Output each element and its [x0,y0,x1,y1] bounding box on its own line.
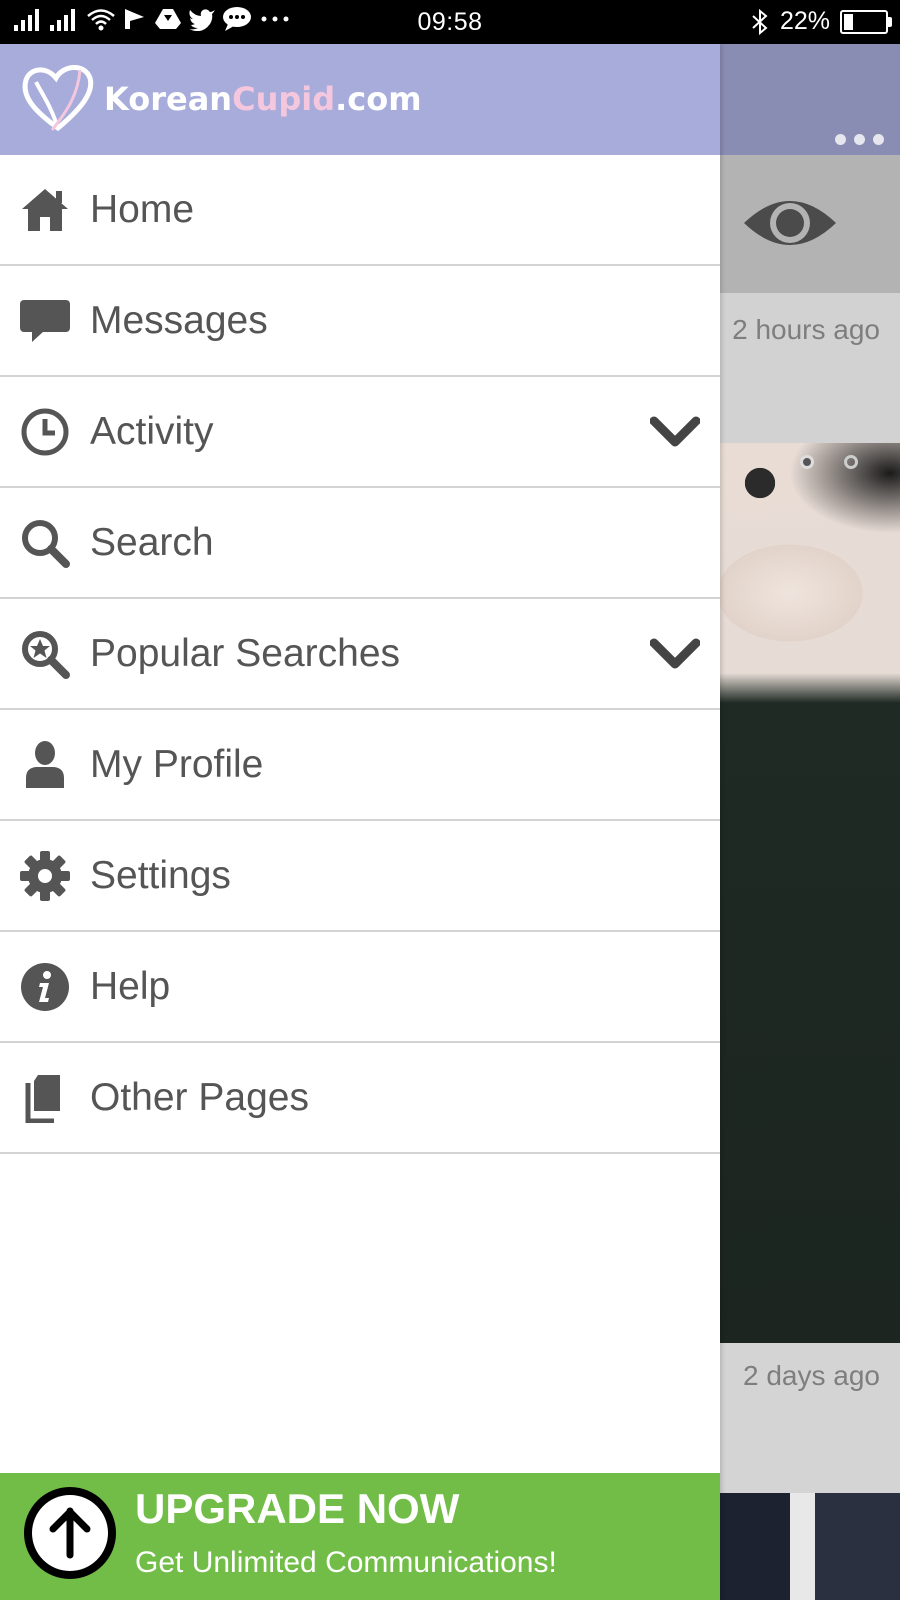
logo-text: KoreanCupid.com [104,80,422,118]
star-search-icon [20,629,70,679]
menu-item-label: My Profile [90,742,264,786]
drawer-menu: Home Messages Activity Search Popular Se… [0,155,720,1154]
profile-photo[interactable] [720,443,900,1343]
upgrade-subtitle: Get Unlimited Communications! [135,1546,557,1579]
upgrade-banner[interactable]: UPGRADE NOW Get Unlimited Communications… [0,1473,720,1600]
drawer-header: KoreanCupid.com [0,44,720,155]
menu-item-help[interactable]: Help [0,932,720,1043]
pages-icon [20,1073,70,1123]
card-timestamp: 2 hours ago [732,314,880,345]
menu-item-label: Popular Searches [90,631,401,675]
menu-item-home[interactable]: Home [0,155,720,266]
more-dots-icon[interactable] [835,134,884,145]
message-icon [20,296,70,346]
card-timestamp: 2 days ago [743,1360,880,1391]
app-logo[interactable]: KoreanCupid.com [20,64,422,134]
bluetooth-icon [752,8,768,35]
menu-item-activity[interactable]: Activity [0,377,720,488]
menu-item-messages[interactable]: Messages [0,266,720,377]
profile-photo[interactable] [720,1493,900,1600]
menu-item-label: Help [90,964,171,1008]
search-icon [20,518,70,568]
gear-icon [20,850,70,901]
battery-percent: 22% [779,7,830,35]
upload-arrow-icon [24,1487,116,1579]
upgrade-title: UPGRADE NOW [135,1485,460,1532]
home-icon [20,185,70,235]
menu-item-label: Settings [90,853,231,897]
menu-item-label: Search [90,520,214,564]
menu-item-label: Messages [90,298,268,342]
battery-icon [840,9,892,34]
menu-item-popular-searches[interactable]: Popular Searches [0,599,720,710]
status-right: 22% [750,7,892,36]
info-icon [20,962,70,1012]
chevron-down-icon[interactable] [650,637,700,671]
menu-item-my-profile[interactable]: My Profile [0,710,720,821]
background-header [720,44,900,155]
user-icon [20,740,70,790]
background-view-area [720,155,900,293]
background-card: 2 hours ago [720,293,900,443]
clock-icon [20,407,70,457]
background-card: 2 days ago [720,1343,900,1493]
photo-pager-dots [800,455,858,469]
menu-item-label: Activity [90,409,214,453]
status-bar: 09:58 22% [0,0,900,44]
menu-item-settings[interactable]: Settings [0,821,720,932]
eye-icon[interactable] [740,193,840,253]
menu-item-label: Other Pages [90,1075,309,1119]
battery-fill [844,13,853,30]
menu-item-label: Home [90,187,195,231]
navigation-drawer: KoreanCupid.com Home Messages Activity S… [0,44,720,1600]
chevron-down-icon[interactable] [650,415,700,449]
heart-logo-icon [22,65,94,132]
menu-item-other-pages[interactable]: Other Pages [0,1043,720,1154]
menu-item-search[interactable]: Search [0,488,720,599]
